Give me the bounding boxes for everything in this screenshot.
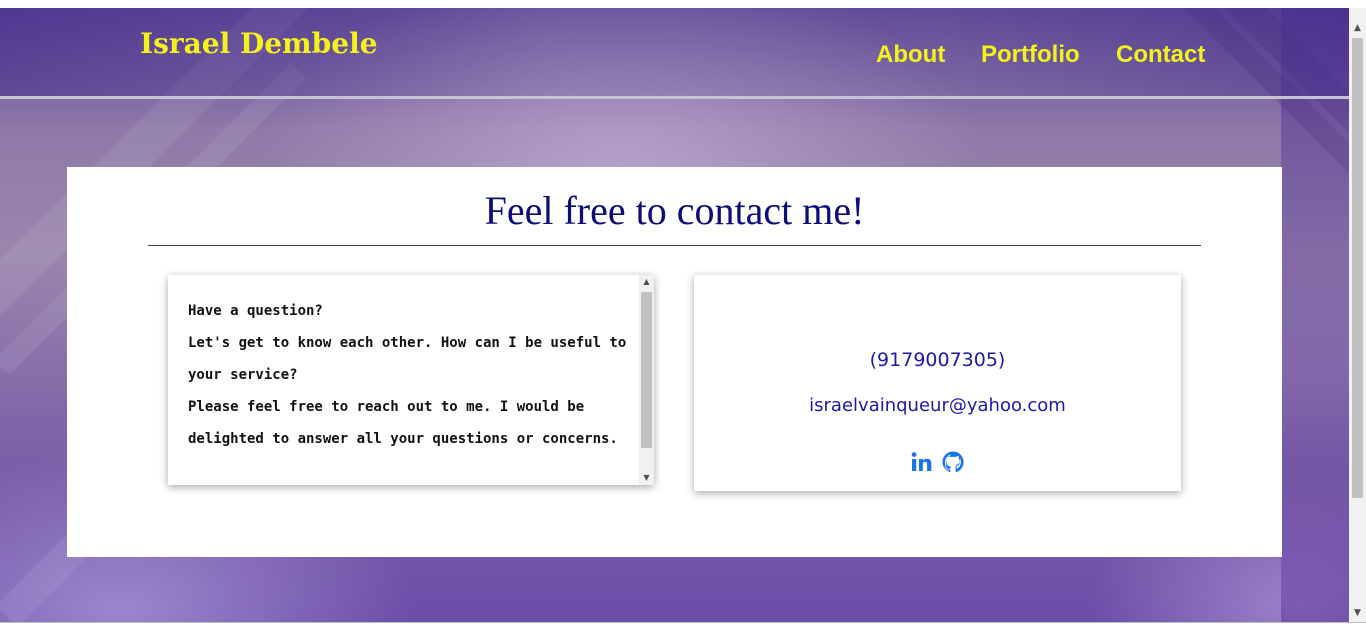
message-line: Let's get to know each other. How can I … bbox=[188, 335, 627, 383]
window-scroll-up-icon[interactable]: ▲ bbox=[1349, 20, 1366, 37]
bottom-strip bbox=[0, 622, 1366, 627]
window-scroll-down-icon[interactable]: ▼ bbox=[1349, 605, 1366, 622]
message-text: Have a question? Let's get to know each … bbox=[188, 295, 628, 455]
scroll-up-icon[interactable]: ▲ bbox=[639, 275, 654, 289]
window-scrollbar[interactable]: ▲ ▼ bbox=[1349, 8, 1366, 622]
contact-section: Feel free to contact me! Have a question… bbox=[67, 167, 1282, 557]
header-divider bbox=[0, 96, 1349, 99]
social-links bbox=[694, 450, 1181, 476]
nav-about-link[interactable]: About bbox=[876, 43, 945, 67]
scroll-thumb[interactable] bbox=[641, 292, 652, 448]
window-scroll-thumb[interactable] bbox=[1352, 38, 1363, 498]
main-nav: About Portfolio Contact bbox=[0, 40, 1349, 72]
message-box[interactable]: Have a question? Let's get to know each … bbox=[168, 275, 654, 485]
linkedin-icon[interactable] bbox=[910, 450, 934, 478]
nav-portfolio-link[interactable]: Portfolio bbox=[981, 43, 1080, 67]
scroll-down-icon[interactable]: ▼ bbox=[639, 471, 654, 485]
nav-contact-link[interactable]: Contact bbox=[1116, 43, 1205, 67]
email-address[interactable]: israelvainqueur@yahoo.com bbox=[694, 397, 1181, 415]
title-divider bbox=[148, 245, 1201, 246]
message-line: Have a question? bbox=[188, 303, 323, 319]
page: Israel Dembele About Portfolio Contact F… bbox=[0, 0, 1366, 627]
top-strip bbox=[0, 0, 1366, 8]
phone-number[interactable]: (9179007305) bbox=[694, 351, 1181, 370]
message-line: Please feel free to reach out to me. I w… bbox=[188, 399, 618, 447]
page-title: Feel free to contact me! bbox=[484, 188, 865, 233]
contact-info-box: (9179007305) israelvainqueur@yahoo.com bbox=[694, 275, 1181, 491]
message-scrollbar[interactable]: ▲ ▼ bbox=[639, 275, 654, 485]
right-band bbox=[1281, 8, 1349, 622]
github-icon[interactable] bbox=[941, 450, 965, 478]
